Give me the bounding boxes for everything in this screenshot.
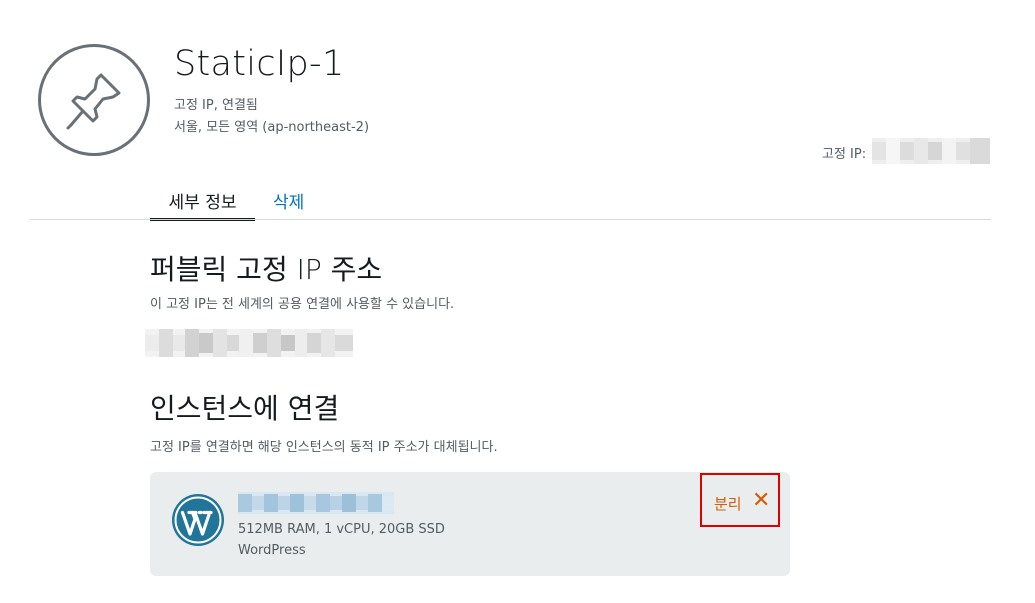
region-text: 서울, 모든 영역 (ap-northeast-2) [174, 120, 370, 135]
static-ip-label: 고정 IP: [822, 147, 867, 162]
wordpress-icon [172, 494, 224, 546]
static-ip-icon-circle [38, 44, 150, 156]
close-icon: ✕ [752, 488, 771, 513]
page-title: StaticIp-1 [174, 44, 345, 84]
tab-divider [30, 219, 991, 220]
public-ip-description: 이 고정 IP는 전 세계의 공용 연결에 사용할 수 있습니다. [150, 297, 455, 312]
pushpin-icon [66, 73, 121, 130]
instance-specs: 512MB RAM, 1 vCPU, 20GB SSD [238, 522, 445, 537]
tab-details[interactable]: 세부 정보 [150, 184, 255, 221]
tab-delete[interactable]: 삭제 [273, 184, 304, 213]
public-ip-value-redacted [145, 329, 353, 357]
detach-button[interactable]: 분리 ✕ [700, 473, 780, 527]
instance-name-redacted[interactable] [238, 492, 394, 514]
static-ip-value-redacted [872, 138, 990, 164]
attach-heading: 인스턴스에 연결 [150, 392, 340, 425]
instance-blueprint: WordPress [238, 543, 306, 558]
status-text: 고정 IP, 연결됨 [174, 98, 258, 113]
attached-instance-card: 512MB RAM, 1 vCPU, 20GB SSD WordPress 분리… [150, 472, 790, 576]
public-ip-heading: 퍼블릭 고정 IP 주소 [150, 253, 383, 286]
detach-label: 분리 [714, 495, 742, 513]
attach-description: 고정 IP를 연결하면 해당 인스턴스의 동적 IP 주소가 대체됩니다. [150, 440, 498, 455]
